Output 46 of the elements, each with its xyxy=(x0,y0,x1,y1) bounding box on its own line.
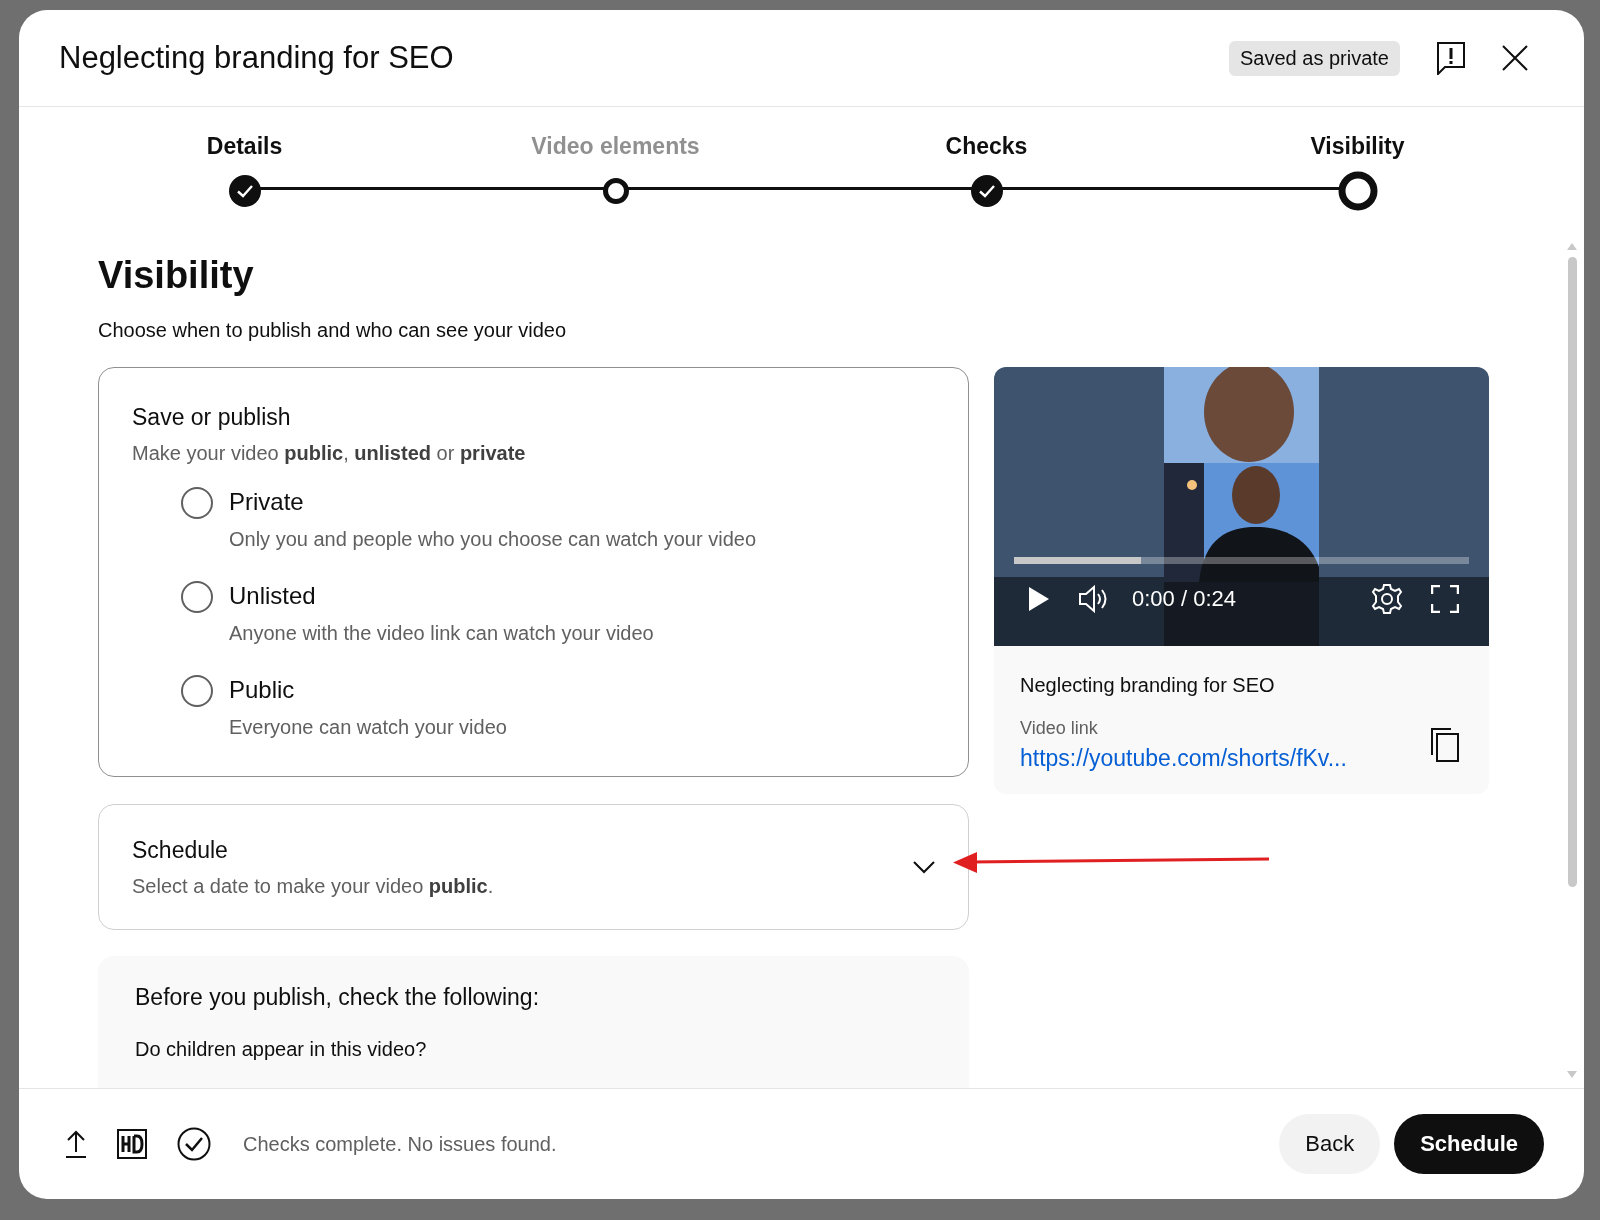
hd-icon xyxy=(117,1129,147,1159)
option-description: Anyone with the video link can watch your video xyxy=(229,621,654,646)
copy-icon[interactable] xyxy=(1431,728,1459,762)
dialog-title: Neglecting branding for SEO xyxy=(59,40,455,76)
video-link-label: Video link xyxy=(1020,718,1099,739)
video-link[interactable]: https://youtube.com/shorts/fKv... xyxy=(1020,745,1431,772)
card-subtitle: Make your video public, unlisted or private xyxy=(132,441,527,466)
video-time: 0:00 / 0:24 xyxy=(1132,586,1236,612)
step-label[interactable]: Visibility xyxy=(1310,131,1405,171)
step-ring-icon[interactable] xyxy=(602,178,629,204)
checklist-title: Before you publish, check the following: xyxy=(135,983,541,1012)
option-label: Unlisted xyxy=(229,582,317,610)
option-label: Private xyxy=(229,488,305,516)
card-title: Save or publish xyxy=(132,403,292,432)
section-heading: Visibility xyxy=(98,253,255,298)
status-text: Checks complete. No issues found. xyxy=(243,1132,557,1156)
option-label: Public xyxy=(229,676,296,704)
fullscreen-icon[interactable] xyxy=(1431,585,1459,613)
upload-icon xyxy=(65,1130,87,1158)
checklist-question: Do children appear in this video? xyxy=(135,1037,428,1062)
back-button[interactable]: Back xyxy=(1279,1114,1381,1174)
video-title: Neglecting branding for SEO xyxy=(1020,673,1276,698)
step-label[interactable]: Details xyxy=(206,131,283,171)
feedback-icon[interactable] xyxy=(1436,41,1466,75)
progress-bar[interactable] xyxy=(1014,557,1469,564)
option-description: Everyone can watch your video xyxy=(229,715,507,740)
card-title: Schedule xyxy=(132,836,229,865)
status-badge: Saved as private xyxy=(1229,40,1400,76)
play-icon[interactable] xyxy=(1028,586,1050,612)
section-subtitle: Choose when to publish and who can see your video xyxy=(98,318,568,343)
chevron-icon[interactable] xyxy=(913,860,935,874)
step-check-icon[interactable] xyxy=(970,175,1003,207)
step-current-icon[interactable] xyxy=(1337,171,1378,211)
radio-button[interactable] xyxy=(181,487,213,519)
schedule-card[interactable]: Schedule Select a date to make your video public. xyxy=(98,804,969,930)
radio-button[interactable] xyxy=(181,675,213,707)
radio-button[interactable] xyxy=(181,581,213,613)
step-check-icon[interactable] xyxy=(228,175,261,207)
option-description: Only you and people who you choose can watch your video xyxy=(229,527,756,552)
close-icon[interactable] xyxy=(1502,45,1528,71)
schedule-button[interactable]: Schedule xyxy=(1394,1114,1544,1174)
card-subtitle: Select a date to make your video public. xyxy=(132,874,495,899)
check-circle-icon xyxy=(177,1127,211,1161)
settings-icon[interactable] xyxy=(1371,583,1403,615)
scrollbar-thumb[interactable] xyxy=(1567,257,1577,887)
step-label[interactable]: Checks xyxy=(945,131,1028,171)
